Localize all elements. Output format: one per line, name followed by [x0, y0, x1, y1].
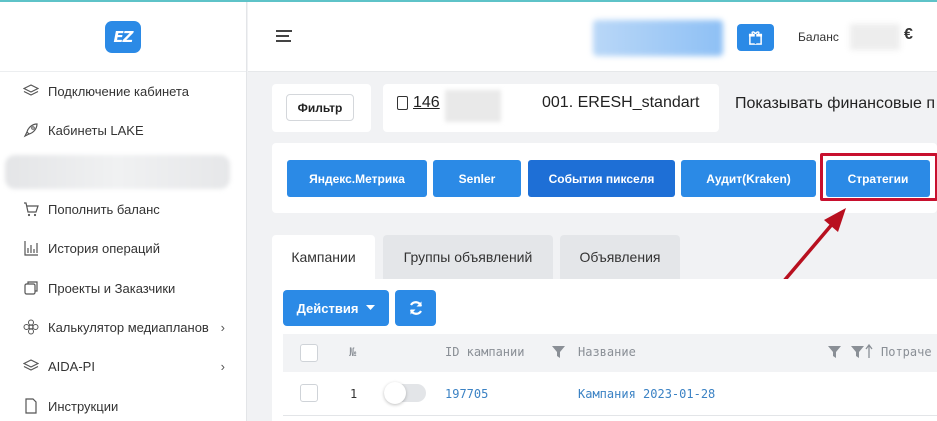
col-id-header[interactable]: ID кампании: [445, 345, 524, 359]
filter-icon[interactable]: [552, 346, 565, 358]
actions-label: Действия: [296, 300, 359, 316]
sidebar-item-operations-history[interactable]: История операций: [0, 233, 247, 263]
hamburger-menu-icon[interactable]: [276, 30, 292, 42]
sidebar-item-label: Проекты и Заказчики: [48, 280, 176, 296]
filter-sort-icon[interactable]: [851, 344, 873, 359]
row-number: 1: [350, 387, 358, 401]
sidebar-item-connect-cabinet[interactable]: Подключение кабинета: [0, 76, 247, 106]
logo-area: EZ: [0, 2, 246, 72]
blurred-user-info: [593, 20, 723, 56]
sidebar: EZ Подключение кабинета Кабинеты LAKE По…: [0, 2, 247, 421]
sidebar-item-lake-cabinets[interactable]: Кабинеты LAKE: [0, 115, 247, 145]
yandex-metrika-button[interactable]: Яндекс.Метрика: [287, 160, 427, 197]
tab-ads[interactable]: Объявления: [560, 235, 680, 279]
sidebar-item-instructions[interactable]: Инструкции: [0, 391, 247, 421]
table-header: № ID кампании Название Потраче: [283, 334, 937, 372]
sidebar-item-top-up-balance[interactable]: Пополнить баланс: [0, 194, 247, 224]
file-icon: [22, 398, 39, 415]
sidebar-item-label: История операций: [48, 240, 160, 256]
flower-icon: [22, 319, 39, 336]
filter-button[interactable]: Фильтр: [286, 94, 354, 121]
row-checkbox[interactable]: [300, 384, 318, 402]
campaign-name-link[interactable]: Кампания 2023-01-28: [578, 387, 715, 401]
chevron-right-icon: ›: [220, 358, 225, 374]
caret-down-icon: [366, 305, 376, 310]
account-name: 001. ERESH_standart: [542, 94, 700, 111]
senler-button[interactable]: Senler: [433, 160, 521, 197]
tab-ad-groups[interactable]: Группы объявлений: [383, 235, 553, 279]
blurred-sidebar-item: [5, 155, 230, 189]
sidebar-item-label: Инструкции: [48, 398, 119, 414]
actions-dropdown-button[interactable]: Действия: [283, 290, 389, 326]
document-icon: [397, 96, 408, 110]
top-header: Баланс €: [248, 2, 937, 72]
sidebar-item-label: Калькулятор медиапланов: [48, 319, 209, 335]
chevron-right-icon: ›: [220, 319, 225, 335]
sidebar-item-label: Кабинеты LAKE: [48, 122, 144, 138]
balance-label: Баланс: [798, 30, 839, 44]
layers-icon: [22, 358, 39, 375]
tab-campaigns[interactable]: Кампании: [272, 235, 375, 279]
sidebar-item-label: Подключение кабинета: [48, 83, 189, 99]
col-name-header[interactable]: Название: [578, 345, 636, 359]
audit-kraken-button[interactable]: Аудит(Kraken): [681, 160, 816, 197]
currency-symbol: €: [904, 26, 913, 43]
sidebar-item-mediaplan-calculator[interactable]: Калькулятор медиапланов ›: [0, 312, 247, 342]
rocket-icon: [22, 122, 39, 139]
filter-card: Фильтр: [272, 84, 371, 132]
sidebar-item-aida-pi[interactable]: AIDA-PI ›: [0, 351, 247, 381]
col-spent-header[interactable]: Потраче: [881, 345, 932, 359]
filter-icon[interactable]: [828, 346, 841, 358]
blurred-balance-value: [850, 24, 900, 50]
show-financial-toggle-label[interactable]: Показывать финансовые п: [735, 95, 935, 113]
sidebar-item-projects-clients[interactable]: Проекты и Заказчики: [0, 273, 247, 303]
refresh-icon: [409, 301, 422, 315]
copy-icon: [22, 280, 39, 297]
layers-icon: [22, 83, 39, 100]
sidebar-item-label: Пополнить баланс: [48, 201, 160, 217]
cart-icon: [22, 201, 39, 218]
strategies-highlight-box: [820, 153, 937, 201]
pixel-events-button[interactable]: События пикселя: [528, 160, 675, 197]
sidebar-item-label: AIDA-PI: [48, 358, 95, 374]
account-id-link[interactable]: 146: [413, 94, 440, 112]
logo[interactable]: EZ: [105, 20, 141, 53]
campaign-id-link[interactable]: 197705: [445, 387, 488, 401]
table-row: 1 197705 Кампания 2023-01-28: [283, 372, 937, 416]
select-all-checkbox[interactable]: [300, 344, 318, 362]
col-number-header: №: [349, 345, 357, 359]
account-card: 146 001. ERESH_standart: [383, 84, 719, 132]
bar-chart-icon: [22, 240, 39, 257]
refresh-button[interactable]: [395, 290, 436, 326]
campaign-status-toggle[interactable]: [384, 382, 426, 404]
gift-button[interactable]: [737, 24, 774, 51]
blurred-account-id: [445, 90, 501, 122]
gift-icon: [748, 31, 763, 45]
